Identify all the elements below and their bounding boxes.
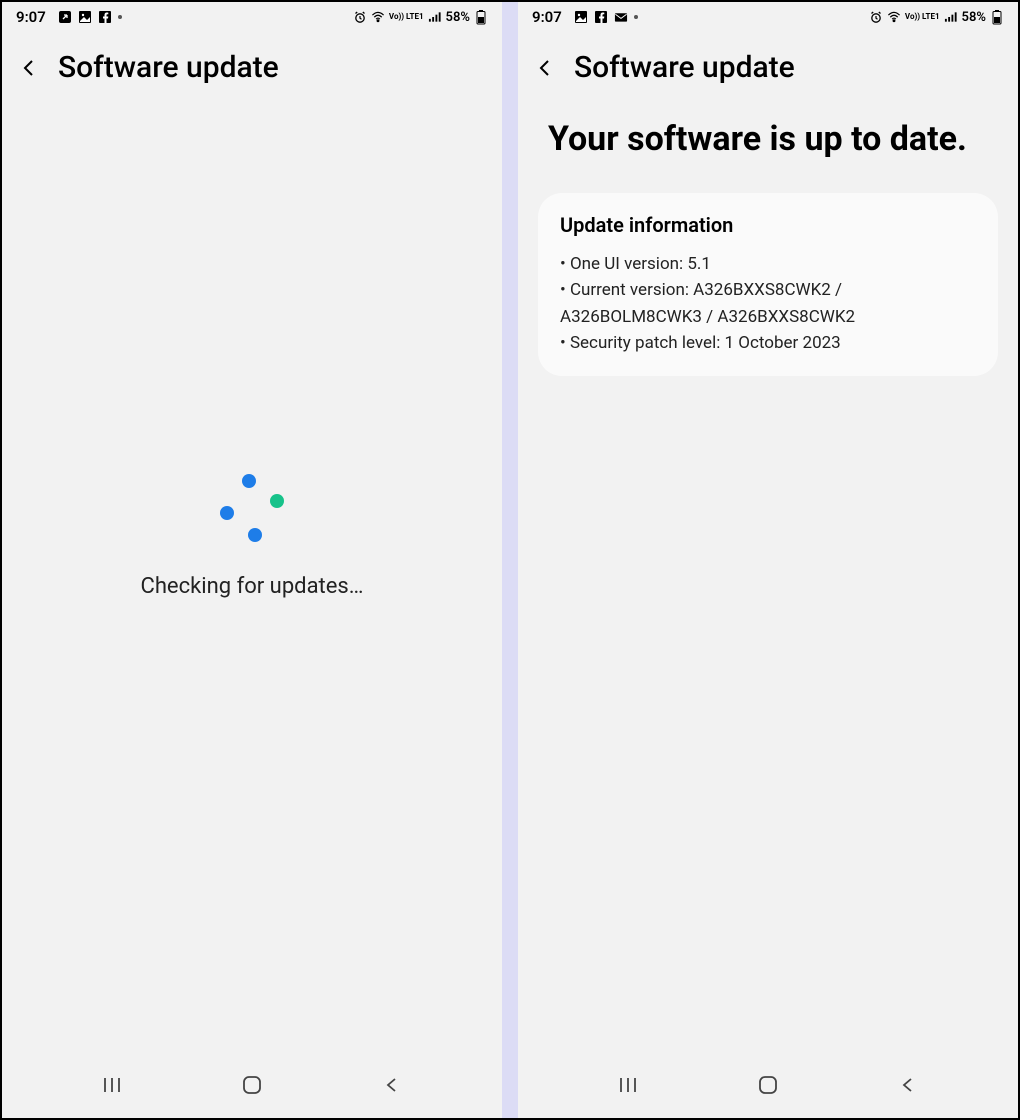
- recents-icon[interactable]: [98, 1074, 126, 1096]
- status-bar: 9:07 Vo)) LTE1 58%: [518, 2, 1018, 30]
- page-header: Software update: [2, 30, 502, 109]
- status-right: Vo)) LTE1 58%: [353, 10, 488, 25]
- battery-icon: [990, 10, 1004, 24]
- facebook-icon: [594, 10, 608, 24]
- info-row-security-patch: Security patch level: 1 October 2023: [560, 330, 976, 356]
- content-area: Checking for updates…: [2, 109, 502, 1056]
- phone-screen-left: 9:07 Vo)) LTE1 58% Software update: [2, 2, 502, 1118]
- more-dot: [634, 15, 638, 19]
- volte-label: Vo)) LTE1: [905, 13, 940, 21]
- phone-screen-right: 9:07 Vo)) LTE1 58% Software update Your …: [518, 2, 1018, 1118]
- navigation-bar: [518, 1056, 1018, 1118]
- battery-icon: [474, 10, 488, 24]
- mail-icon: [614, 10, 628, 24]
- loading-text: Checking for updates…: [141, 574, 364, 599]
- status-left: 9:07: [16, 8, 122, 26]
- battery-text: 58%: [962, 10, 986, 25]
- content-area: Your software is up to date. Update info…: [518, 109, 1018, 1056]
- wifi-icon: [887, 10, 901, 24]
- recents-icon[interactable]: [614, 1074, 642, 1096]
- card-title: Update information: [560, 213, 976, 237]
- headline: Your software is up to date.: [538, 109, 998, 193]
- info-row-ui-version: One UI version: 5.1: [560, 251, 976, 277]
- battery-text: 58%: [446, 10, 470, 25]
- navigation-bar: [2, 1056, 502, 1118]
- page-title: Software update: [58, 50, 279, 85]
- more-dot: [118, 15, 122, 19]
- signal-icon: [428, 10, 442, 24]
- back-nav-icon[interactable]: [894, 1074, 922, 1096]
- back-icon[interactable]: [18, 57, 40, 79]
- loading-spinner-icon: [212, 466, 292, 546]
- loading-area: Checking for updates…: [22, 109, 482, 1056]
- status-time: 9:07: [532, 8, 562, 26]
- back-icon[interactable]: [534, 57, 556, 79]
- status-bar: 9:07 Vo)) LTE1 58%: [2, 2, 502, 30]
- gallery-icon: [574, 10, 588, 24]
- back-nav-icon[interactable]: [378, 1074, 406, 1096]
- home-icon[interactable]: [754, 1074, 782, 1096]
- status-right: Vo)) LTE1 58%: [869, 10, 1004, 25]
- update-info-card: Update information One UI version: 5.1 C…: [538, 193, 998, 376]
- arrow-icon: [58, 10, 72, 24]
- info-row-current-version: Current version: A326BXXS8CWK2 / A326BOL…: [560, 277, 976, 330]
- status-time: 9:07: [16, 8, 46, 26]
- alarm-icon: [353, 10, 367, 24]
- volte-label: Vo)) LTE1: [389, 13, 424, 21]
- signal-icon: [944, 10, 958, 24]
- alarm-icon: [869, 10, 883, 24]
- wifi-icon: [371, 10, 385, 24]
- gallery-icon: [78, 10, 92, 24]
- page-header: Software update: [518, 30, 1018, 109]
- home-icon[interactable]: [238, 1074, 266, 1096]
- facebook-icon: [98, 10, 112, 24]
- status-left: 9:07: [532, 8, 638, 26]
- page-title: Software update: [574, 50, 795, 85]
- screen-divider: [502, 2, 518, 1118]
